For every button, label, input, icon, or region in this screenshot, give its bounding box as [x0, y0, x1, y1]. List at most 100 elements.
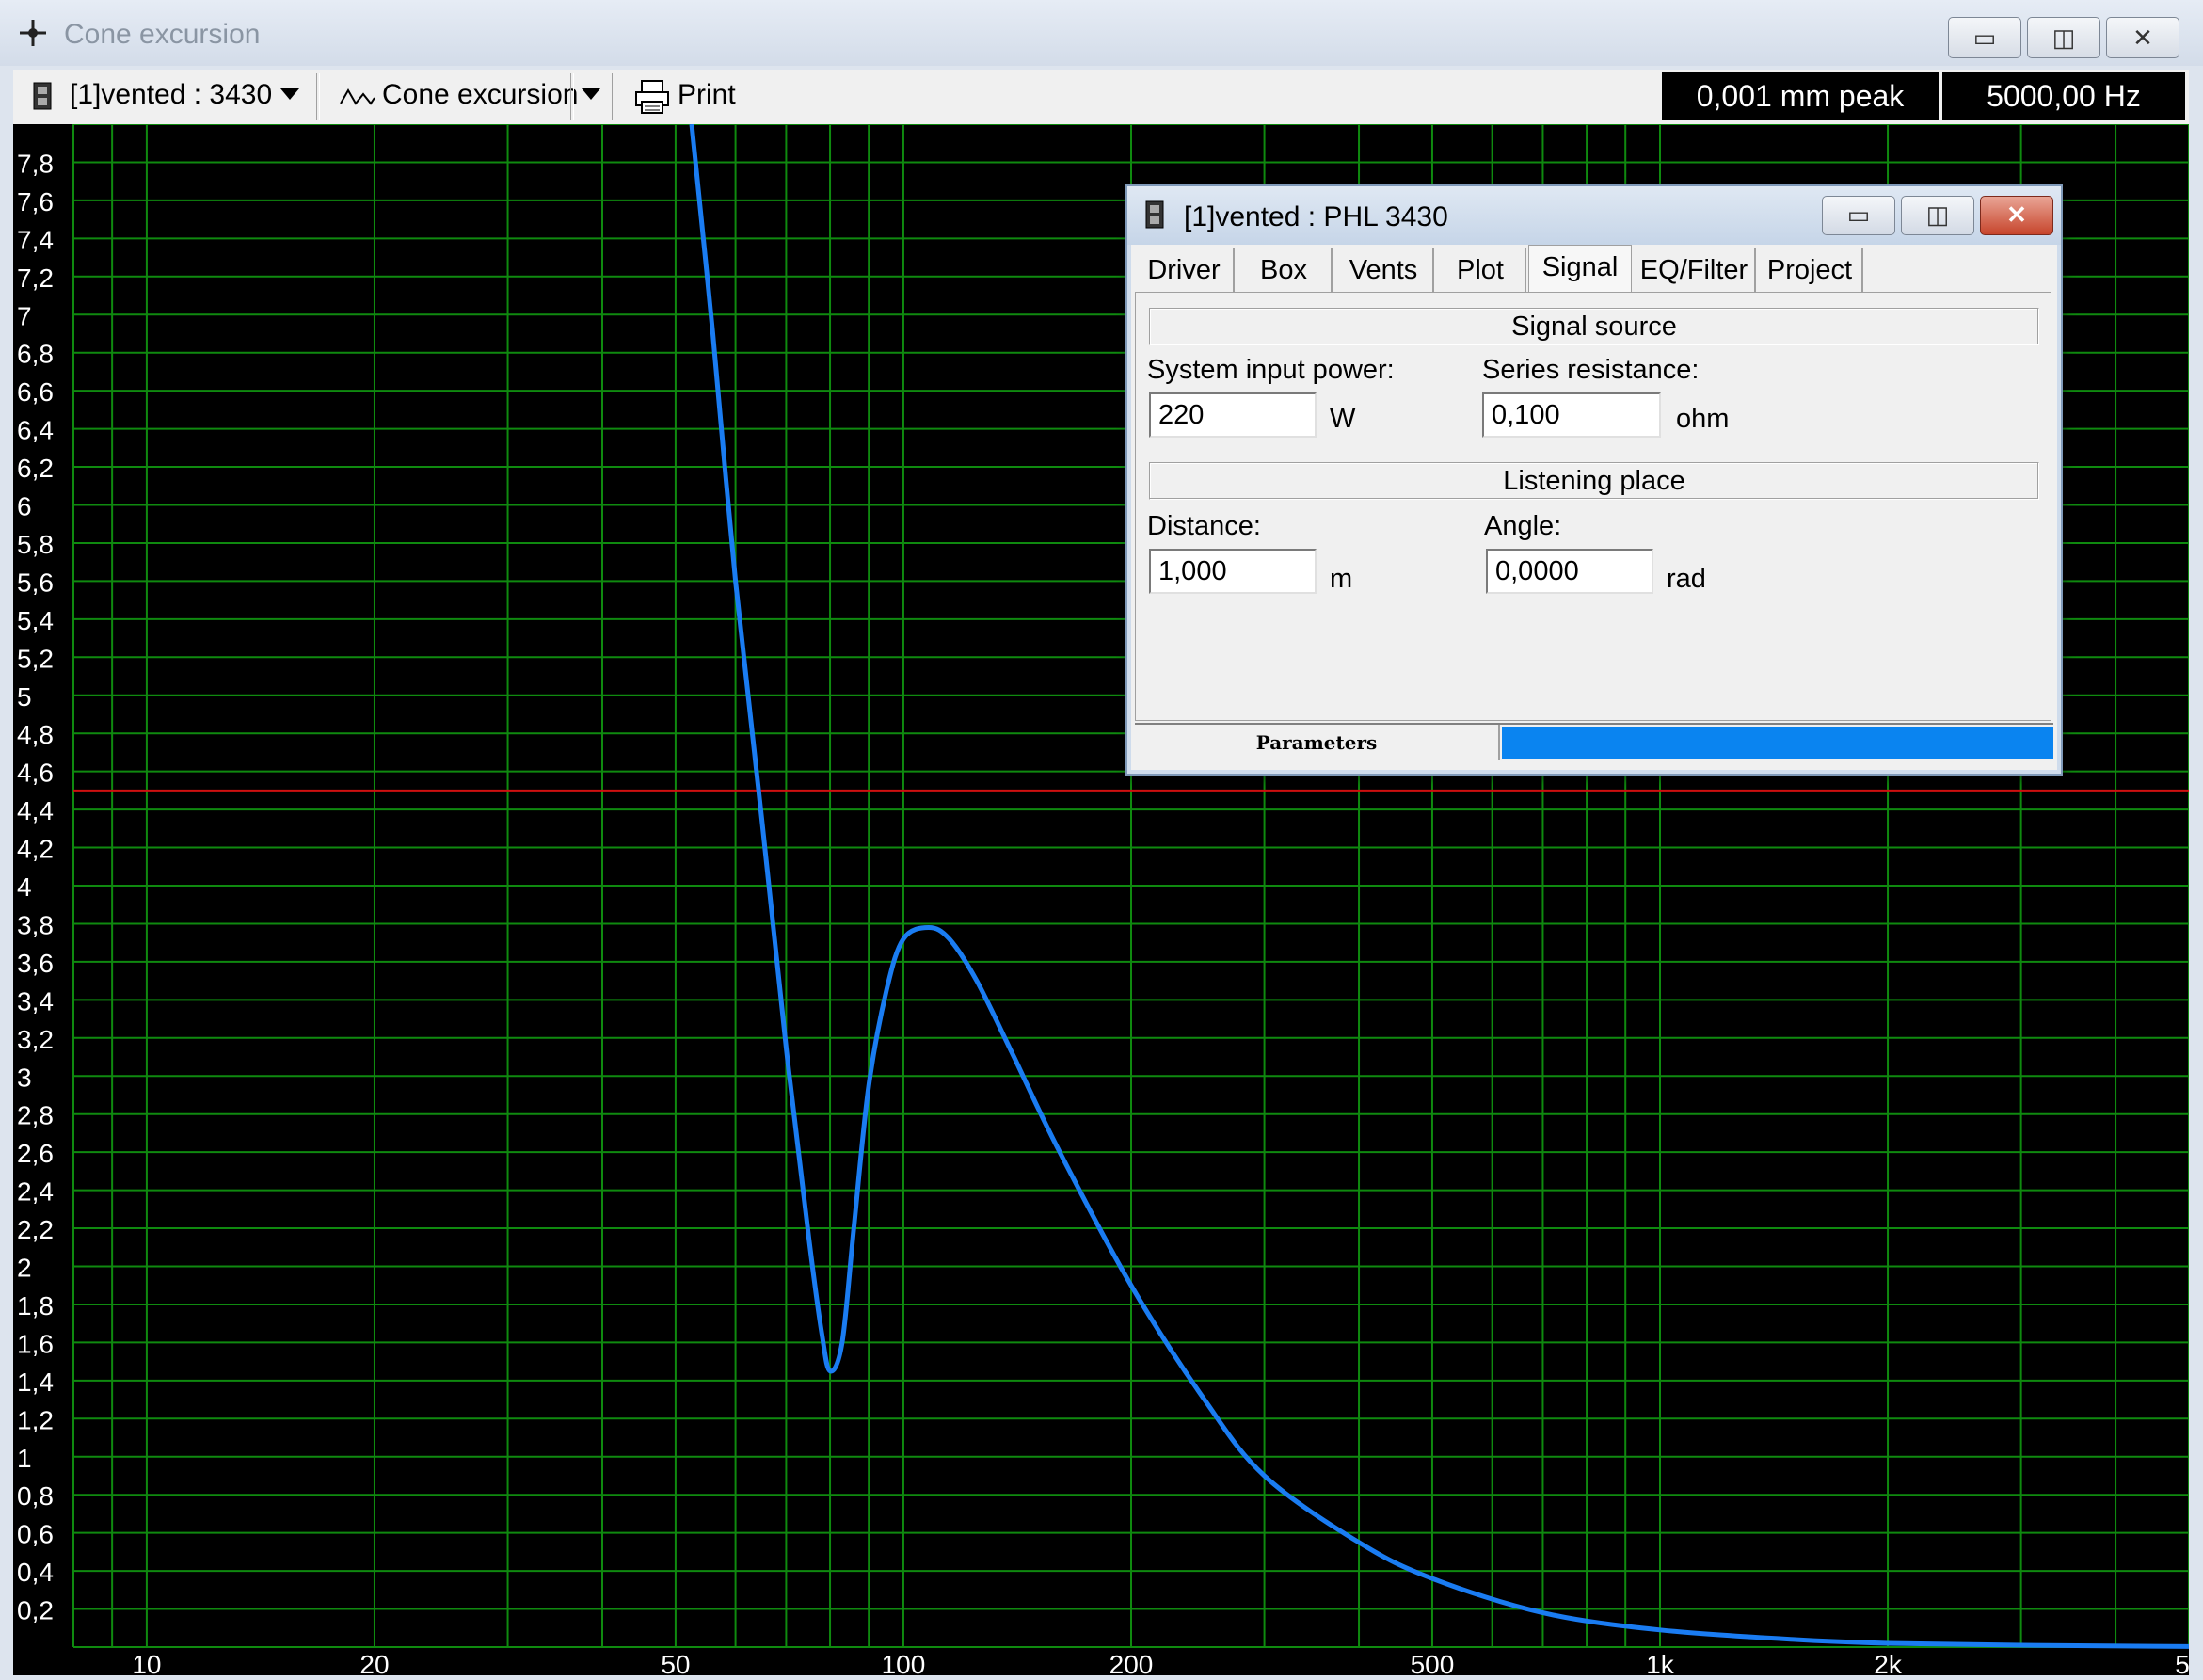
dialog-minimize-button[interactable]: ▭ — [1822, 196, 1895, 235]
y-tick-label: 4,4 — [17, 796, 54, 825]
dialog-close-button[interactable]: ✕ — [1980, 196, 2053, 235]
x-tick-label: 1k — [1646, 1650, 1675, 1675]
y-tick-label: 4,8 — [17, 720, 54, 749]
project-dropdown-icon[interactable] — [280, 88, 299, 100]
angle-label: Angle: — [1484, 511, 1562, 541]
y-tick-label: 1 — [17, 1444, 32, 1473]
signal-tab-panel: Signal source System input power: 220 W … — [1135, 292, 2051, 721]
y-tick-label: 0,2 — [17, 1596, 54, 1625]
progress-bar — [1502, 727, 2053, 759]
y-tick-label: 7,6 — [17, 187, 54, 216]
y-tick-label: 7 — [17, 301, 32, 330]
y-tick-label: 5,4 — [17, 606, 54, 635]
power-unit-label: W — [1330, 404, 1356, 434]
window-title: Cone excursion — [64, 19, 261, 50]
dialog-status-bar: Parameters — [1135, 723, 2053, 762]
y-tick-label: 1,6 — [17, 1329, 54, 1358]
y-tick-label: 2,8 — [17, 1101, 54, 1130]
speaker-icon — [1145, 200, 1164, 229]
y-tick-label: 6,6 — [17, 377, 54, 407]
y-tick-label: 6,2 — [17, 454, 54, 483]
restore-icon: ◫ — [2051, 24, 2076, 52]
y-tick-label: 5,8 — [17, 530, 54, 559]
y-tick-label: 3,8 — [17, 910, 54, 939]
y-tick-label: 4 — [17, 872, 32, 902]
tab-box[interactable]: Box — [1237, 248, 1333, 292]
y-tick-label: 2,2 — [17, 1215, 54, 1244]
y-tick-label: 2 — [17, 1254, 32, 1283]
y-tick-label: 4,6 — [17, 759, 54, 788]
y-tick-label: 5,2 — [17, 644, 54, 673]
y-tick-label: 0,4 — [17, 1558, 54, 1587]
system-input-power-field[interactable]: 220 — [1149, 392, 1317, 438]
plot-dropdown-icon[interactable] — [582, 88, 600, 100]
project-selector[interactable]: [1]vented : 3430 — [70, 79, 272, 111]
y-tick-label: 6,4 — [17, 416, 54, 445]
dialog-body: Driver Box Vents Plot Signal EQ/Filter P… — [1131, 245, 2057, 770]
printer-icon — [635, 80, 669, 114]
print-button[interactable]: Print — [678, 79, 736, 111]
y-tick-label: 1,4 — [17, 1368, 54, 1397]
angle-unit-label: rad — [1667, 564, 1706, 594]
y-tick-label: 0,6 — [17, 1520, 54, 1549]
toolbar-separator — [316, 73, 320, 120]
minimize-icon: ▭ — [1972, 24, 1997, 52]
crosshair-icon — [20, 20, 46, 46]
y-tick-label: 3,6 — [17, 949, 54, 978]
minimize-button[interactable]: ▭ — [1948, 17, 2021, 58]
x-tick-label: 50 — [661, 1650, 690, 1675]
x-tick-label: 10 — [132, 1650, 161, 1675]
distance-label: Distance: — [1147, 511, 1261, 541]
x-tick-label: 2k — [1874, 1650, 1903, 1675]
y-tick-label: 2,6 — [17, 1139, 54, 1168]
distance-unit-label: m — [1330, 564, 1353, 594]
title-bar[interactable]: Cone excursion ▭ ◫ ✕ — [0, 0, 2203, 66]
distance-field[interactable]: 1,000 — [1149, 549, 1317, 594]
dialog-restore-button[interactable]: ◫ — [1901, 196, 1974, 235]
dialog-title-bar[interactable]: [1]vented : PHL 3430 ▭ ◫ ✕ — [1127, 186, 2061, 245]
tab-vents[interactable]: Vents — [1334, 248, 1434, 292]
y-tick-label: 7,2 — [17, 264, 54, 293]
close-icon: ✕ — [2132, 24, 2153, 52]
minimize-icon: ▭ — [1846, 200, 1871, 229]
tab-plot[interactable]: Plot — [1436, 248, 1526, 292]
series-resistance-label: Series resistance: — [1482, 355, 1700, 385]
restore-button[interactable]: ◫ — [2027, 17, 2100, 58]
plot-selector[interactable]: Cone excursion — [382, 79, 578, 111]
y-tick-label: 4,2 — [17, 835, 54, 864]
restore-icon: ◫ — [1925, 200, 1950, 229]
toolbar: [1]vented : 3430 Cone excursion Print 0,… — [13, 70, 2189, 125]
tab-eq-filter[interactable]: EQ/Filter — [1634, 248, 1756, 292]
y-tick-label: 7,8 — [17, 149, 54, 178]
y-tick-label: 3,2 — [17, 1025, 54, 1054]
cursor-value-readout: 0,001 mm peak — [1662, 72, 1939, 120]
y-tick-label: 1,8 — [17, 1291, 54, 1320]
x-tick-label: 500 — [1411, 1650, 1455, 1675]
x-tick-label: 20 — [359, 1650, 389, 1675]
driver-parameters-dialog: [1]vented : PHL 3430 ▭ ◫ ✕ Driver Box Ve… — [1125, 184, 2063, 776]
y-tick-label: 2,4 — [17, 1177, 54, 1207]
close-icon: ✕ — [2006, 200, 2027, 229]
x-tick-label: 5k — [2175, 1650, 2189, 1675]
cursor-frequency-readout: 5000,00 Hz — [1942, 72, 2185, 120]
tab-project[interactable]: Project — [1758, 248, 1863, 292]
toolbar-separator — [612, 73, 615, 120]
waveform-icon — [340, 88, 375, 105]
listening-place-header: Listening place — [1149, 462, 2039, 500]
y-tick-label: 5 — [17, 682, 32, 712]
y-tick-label: 0,8 — [17, 1481, 54, 1511]
series-resistance-field[interactable]: 0,100 — [1482, 392, 1661, 438]
y-tick-label: 1,2 — [17, 1405, 54, 1434]
tab-driver[interactable]: Driver — [1135, 248, 1235, 292]
close-button[interactable]: ✕ — [2106, 17, 2179, 58]
x-tick-label: 200 — [1109, 1650, 1154, 1675]
system-input-power-label: System input power: — [1147, 355, 1395, 385]
y-tick-label: 3,4 — [17, 986, 54, 1016]
status-label: Parameters — [1135, 725, 1500, 760]
tab-signal[interactable]: Signal — [1528, 245, 1632, 294]
dialog-title: [1]vented : PHL 3430 — [1184, 201, 1448, 232]
speaker-icon — [33, 82, 52, 110]
signal-source-header: Signal source — [1149, 308, 2039, 345]
y-tick-label: 7,4 — [17, 225, 54, 254]
angle-field[interactable]: 0,0000 — [1486, 549, 1653, 594]
